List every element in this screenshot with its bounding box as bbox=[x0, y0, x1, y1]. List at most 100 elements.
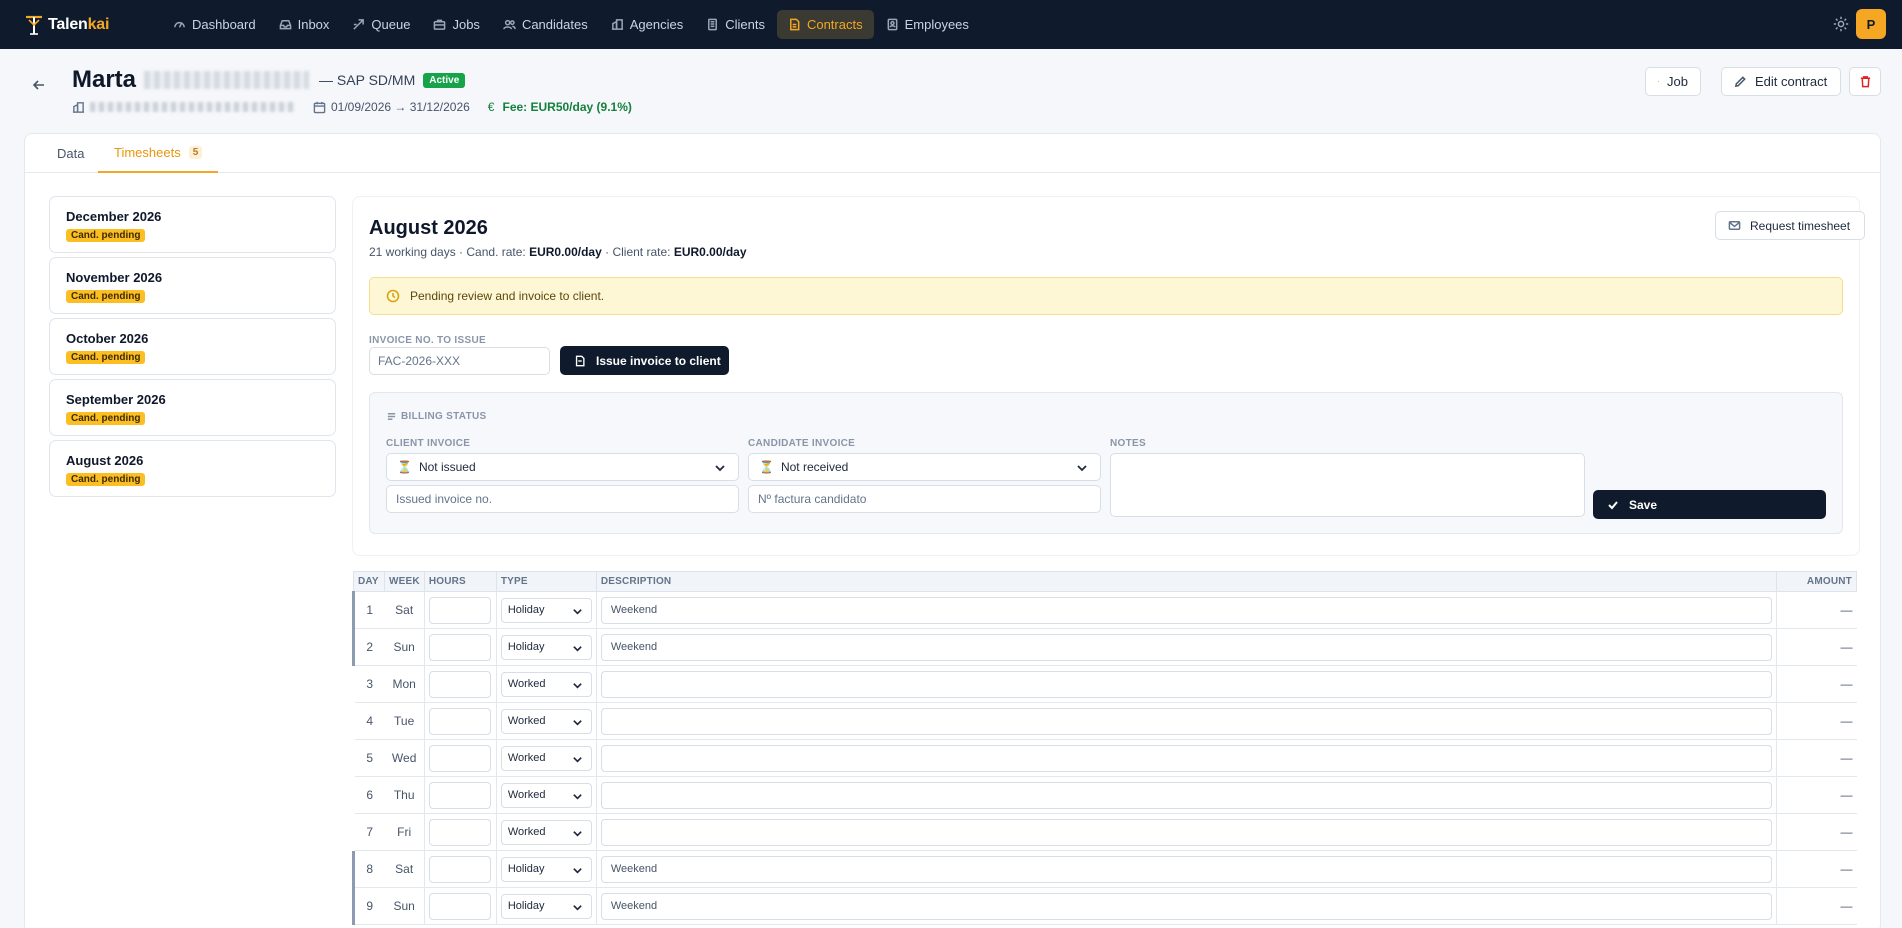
month-item-october[interactable]: October 2026 Cand. pending bbox=[49, 318, 336, 375]
type-select[interactable]: Holiday bbox=[500, 893, 592, 919]
chevron-down-icon bbox=[573, 719, 582, 726]
type-select[interactable]: Worked bbox=[500, 671, 592, 697]
tab-timesheets[interactable]: Timesheets 5 bbox=[98, 134, 219, 173]
description-cell: Weekend bbox=[596, 887, 1778, 925]
client-invoice-select[interactable]: ⏳ Not issued bbox=[386, 453, 739, 481]
redacted-surname bbox=[144, 71, 310, 89]
description-cell bbox=[596, 739, 1778, 777]
month-name: October 2026 bbox=[66, 331, 149, 346]
hours-input[interactable] bbox=[428, 855, 491, 883]
contract-dates: 01/09/2026 → 31/12/2026 bbox=[313, 100, 470, 114]
candidate-invoice-select[interactable]: ⏳ Not received bbox=[748, 453, 1101, 481]
billing-header: BILLING STATUS bbox=[386, 411, 487, 422]
back-arrow-icon[interactable] bbox=[30, 76, 48, 94]
description-input[interactable]: Weekend bbox=[600, 633, 1772, 661]
nav-item-inbox[interactable]: Inbox bbox=[268, 10, 341, 39]
type-select[interactable]: Holiday bbox=[500, 856, 592, 882]
tab-count-badge: 5 bbox=[188, 146, 203, 159]
hours-input[interactable] bbox=[428, 707, 491, 735]
candidate-invoice-no-placeholder: Nº factura candidato bbox=[758, 492, 867, 506]
building-icon bbox=[72, 101, 85, 113]
nav-item-contracts[interactable]: Contracts bbox=[776, 10, 874, 39]
client-invoice-label: CLIENT INVOICE bbox=[386, 438, 471, 449]
trash-icon bbox=[1860, 76, 1870, 88]
weekday-cell: Thu bbox=[384, 776, 425, 814]
day-cell: 9 bbox=[352, 887, 385, 925]
hours-input[interactable] bbox=[428, 633, 491, 661]
top-nav: Talenkai Dashboard Inbox Queue Jobs Cand… bbox=[0, 0, 1902, 49]
amount-cell: — bbox=[1776, 776, 1857, 814]
avatar[interactable]: P bbox=[1856, 9, 1886, 39]
month-item-december[interactable]: December 2026 Cand. pending bbox=[49, 196, 336, 253]
notes-textarea[interactable] bbox=[1110, 453, 1585, 517]
hours-input[interactable] bbox=[428, 670, 491, 698]
type-select[interactable]: Worked bbox=[500, 745, 592, 771]
nav-label: Dashboard bbox=[192, 17, 256, 32]
nav-item-dashboard[interactable]: Dashboard bbox=[162, 10, 267, 39]
client-invoice-value: Not issued bbox=[418, 460, 476, 474]
app-logo[interactable]: Talenkai bbox=[24, 14, 144, 36]
tab-label: Data bbox=[57, 146, 85, 161]
client-invoice-no-input[interactable]: Issued invoice no. bbox=[386, 485, 739, 513]
hours-input[interactable] bbox=[428, 781, 491, 809]
type-cell: Worked bbox=[496, 776, 597, 814]
type-value: Worked bbox=[507, 752, 546, 764]
candidate-invoice-label: CANDIDATE INVOICE bbox=[748, 438, 856, 449]
request-timesheet-button[interactable]: Request timesheet bbox=[1715, 211, 1865, 240]
hours-input[interactable] bbox=[428, 818, 491, 846]
chevron-down-icon bbox=[573, 904, 582, 911]
type-select[interactable]: Holiday bbox=[500, 597, 592, 623]
fee-text: Fee: EUR50/day (9.1%) bbox=[502, 100, 632, 114]
type-cell: Worked bbox=[496, 739, 597, 777]
edit-contract-button[interactable]: Edit contract bbox=[1721, 67, 1841, 96]
description-value: Weekend bbox=[610, 604, 658, 616]
nav-item-queue[interactable]: Queue bbox=[341, 10, 421, 39]
candidate-invoice-no-input[interactable]: Nº factura candidato bbox=[748, 485, 1101, 513]
tab-data[interactable]: Data bbox=[57, 134, 84, 173]
month-item-august[interactable]: August 2026 Cand. pending bbox=[49, 440, 336, 497]
document-icon bbox=[789, 18, 800, 31]
hours-input[interactable] bbox=[428, 744, 491, 772]
description-input[interactable] bbox=[600, 818, 1772, 846]
hours-cell bbox=[424, 739, 497, 777]
nav-item-employees[interactable]: Employees bbox=[875, 10, 980, 39]
description-input[interactable]: Weekend bbox=[600, 855, 1772, 883]
type-select[interactable]: Worked bbox=[500, 708, 592, 734]
nav-item-agencies[interactable]: Agencies bbox=[600, 10, 694, 39]
candidate-name: Marta bbox=[72, 66, 137, 93]
description-input[interactable]: Weekend bbox=[600, 892, 1772, 920]
gear-icon[interactable] bbox=[1832, 15, 1850, 33]
job-button[interactable]: Job bbox=[1645, 67, 1701, 96]
save-button[interactable]: Save bbox=[1593, 490, 1826, 519]
month-name: September 2026 bbox=[66, 392, 166, 407]
amount-cell: — bbox=[1776, 850, 1857, 888]
delete-button[interactable] bbox=[1849, 67, 1881, 96]
month-item-november[interactable]: November 2026 Cand. pending bbox=[49, 257, 336, 314]
amount-cell: — bbox=[1776, 591, 1857, 629]
description-cell: Weekend bbox=[596, 591, 1778, 629]
weekday-cell: Sun bbox=[384, 887, 425, 925]
logo-icon bbox=[26, 15, 42, 35]
invoice-no-input[interactable]: FAC-2026-XXX bbox=[369, 347, 550, 375]
hours-input[interactable] bbox=[428, 596, 491, 624]
type-select[interactable]: Worked bbox=[500, 782, 592, 808]
type-select[interactable]: Holiday bbox=[500, 634, 592, 660]
logo-text: Talenkai bbox=[48, 15, 110, 33]
type-select[interactable]: Worked bbox=[500, 819, 592, 845]
candidate-rate: EUR0.00/day bbox=[529, 245, 602, 259]
description-input[interactable] bbox=[600, 707, 1772, 735]
nav-item-jobs[interactable]: Jobs bbox=[422, 10, 490, 39]
month-item-september[interactable]: September 2026 Cand. pending bbox=[49, 379, 336, 436]
description-input[interactable] bbox=[600, 744, 1772, 772]
issue-invoice-button[interactable]: Issue invoice to client bbox=[560, 346, 729, 375]
description-input[interactable] bbox=[600, 670, 1772, 698]
description-value: Weekend bbox=[610, 641, 658, 653]
redacted-client-name bbox=[90, 102, 295, 112]
nav-item-candidates[interactable]: Candidates bbox=[492, 10, 599, 39]
building-icon bbox=[611, 19, 623, 30]
description-input[interactable]: Weekend bbox=[600, 596, 1772, 624]
description-input[interactable] bbox=[600, 781, 1772, 809]
hours-input[interactable] bbox=[428, 892, 491, 920]
job-role: — SAP SD/MM bbox=[319, 72, 416, 88]
nav-item-clients[interactable]: Clients bbox=[695, 10, 776, 39]
